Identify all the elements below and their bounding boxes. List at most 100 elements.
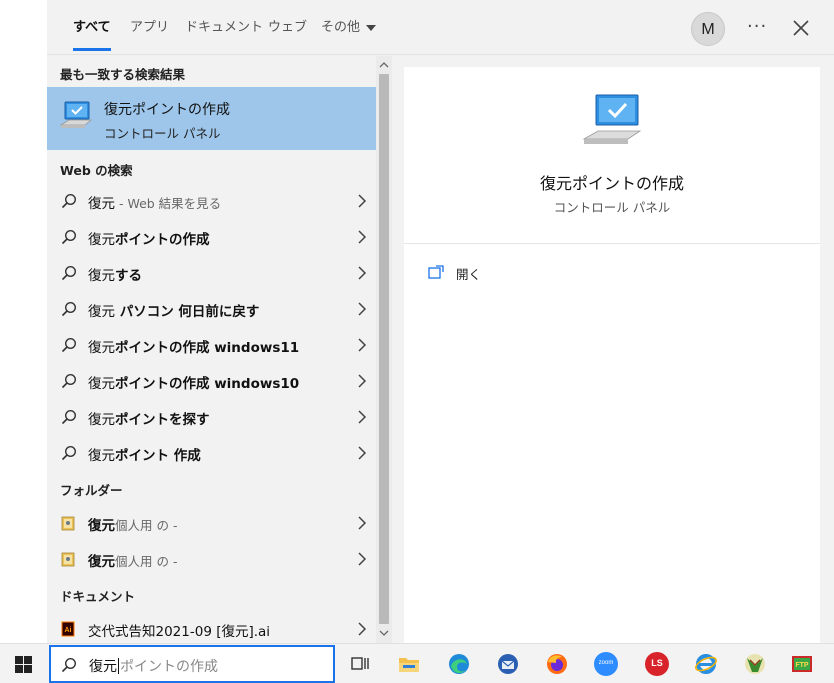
web-result-text: 復元ポイント 作成 [88, 444, 201, 464]
web-result-bold: ポイント 作成 [115, 448, 201, 464]
results-scrollbar[interactable] [376, 56, 392, 643]
search-header: すべて アプリ ドキュメント ウェブ その他 M ··· [47, 0, 834, 55]
section-best-match: 最も一致する検索結果 [60, 67, 186, 82]
search-icon [61, 657, 77, 673]
caret-down-icon [366, 24, 377, 31]
tab-documents[interactable]: ドキュメント [185, 0, 263, 55]
web-result-row[interactable]: 復元ポイントの作成 windows10 [47, 363, 376, 399]
web-result-prefix: 復元 [88, 304, 115, 320]
search-icon [61, 229, 77, 245]
search-query: 復元 ポイントの作成 [89, 656, 218, 676]
web-result-row[interactable]: 復元ポイントの作成 windows11 [47, 327, 376, 363]
folder-result-bold: 復元 [88, 518, 115, 534]
tab-web-label: ウェブ [268, 20, 308, 35]
file-explorer-icon[interactable] [397, 652, 421, 676]
web-result-bold: ポイントを探す [115, 412, 210, 428]
search-typed-text: 復元 [89, 659, 117, 675]
section-web-search: Web の検索 [60, 163, 133, 178]
tab-more-label: その他 [321, 20, 361, 35]
tab-web[interactable]: ウェブ [268, 0, 307, 55]
folder-icon [61, 516, 75, 531]
tab-all-label: すべて [73, 20, 111, 35]
svg-text:FTP: FTP [795, 662, 809, 669]
folder-result-location: 個人用 の - [115, 554, 178, 569]
web-result-text: 復元 - Web 結果を見る [88, 192, 221, 212]
chevron-right-icon [358, 266, 367, 280]
text-cursor [118, 658, 119, 674]
more-options-icon[interactable]: ··· [747, 16, 767, 37]
search-icon [61, 193, 77, 209]
search-icon [61, 445, 77, 461]
folder-result-row[interactable]: 復元個人用 の - [47, 505, 376, 541]
zoom-icon[interactable]: zoom [594, 652, 618, 676]
chevron-right-icon [358, 338, 367, 352]
search-icon [61, 337, 77, 353]
thunderbird-icon[interactable] [496, 652, 520, 676]
chevron-up-icon[interactable] [379, 60, 389, 70]
web-result-bold: ポイントの作成 windows10 [115, 376, 300, 392]
chevron-right-icon [358, 446, 367, 460]
taskbar-search-input[interactable]: 復元 ポイントの作成 [49, 645, 335, 683]
search-suggestion-text: ポイントの作成 [120, 659, 218, 675]
web-result-row[interactable]: 復元ポイントを探す [47, 399, 376, 435]
chevron-right-icon [358, 516, 367, 530]
results-list: 最も一致する検索結果 復元ポイントの作成 コントロール パネル Web の検索 … [47, 56, 376, 643]
wing-app-icon[interactable] [743, 652, 767, 676]
chevron-right-icon [358, 410, 367, 424]
web-result-row[interactable]: 復元 - Web 結果を見る [47, 183, 376, 219]
best-match-item[interactable]: 復元ポイントの作成 コントロール パネル [47, 87, 376, 150]
scrollbar-thumb[interactable] [379, 74, 389, 624]
chevron-right-icon [358, 552, 367, 566]
open-label: 開く [456, 267, 482, 282]
illustrator-file-icon: Ai [61, 621, 75, 637]
tab-apps[interactable]: アプリ [130, 0, 169, 55]
ls-app-icon[interactable]: LS [645, 652, 669, 676]
section-documents: ドキュメント [60, 589, 136, 604]
web-result-text: 復元する [88, 264, 142, 284]
close-icon[interactable] [789, 16, 813, 40]
computer-checkmark-icon [59, 101, 93, 128]
web-result-text: 復元ポイントを探す [88, 408, 210, 428]
tab-documents-label: ドキュメント [185, 20, 264, 35]
start-button[interactable] [0, 644, 48, 683]
folder-result-row[interactable]: 復元個人用 の - [47, 541, 376, 577]
document-result-row[interactable]: Ai 交代式告知2021-09 [復元].ai [47, 611, 376, 647]
svg-text:Ai: Ai [65, 627, 72, 634]
web-result-text: 復元 パソコン 何日前に戻す [88, 300, 259, 320]
tab-more[interactable]: その他 [321, 0, 377, 55]
edge-browser-icon[interactable] [447, 652, 471, 676]
web-result-text: 復元ポイントの作成 windows10 [88, 372, 299, 392]
web-result-bold: パソコン 何日前に戻す [115, 304, 260, 320]
folder-result-location: 個人用 の - [115, 518, 178, 533]
web-result-text: 復元ポイントの作成 windows11 [88, 336, 299, 356]
web-result-row[interactable]: 復元する [47, 255, 376, 291]
firefox-icon[interactable] [545, 652, 569, 676]
tab-all[interactable]: すべて [73, 0, 111, 55]
web-result-row[interactable]: 復元ポイント 作成 [47, 435, 376, 471]
internet-explorer-icon[interactable] [694, 652, 718, 676]
chevron-down-icon[interactable] [379, 628, 389, 638]
folder-result-text: 復元個人用 の - [88, 514, 177, 534]
ls-label: LS [651, 658, 663, 668]
web-result-bold: する [115, 268, 142, 284]
web-result-row[interactable]: 復元ポイントの作成 [47, 219, 376, 255]
search-panel: すべて アプリ ドキュメント ウェブ その他 M ··· 最も一致する検索結果 … [47, 0, 834, 643]
zoom-label: zoom [598, 660, 614, 666]
chevron-right-icon [358, 622, 367, 636]
ftp-client-icon[interactable]: FTP [790, 652, 814, 676]
web-result-prefix: 復元 [88, 448, 115, 464]
chevron-right-icon [358, 302, 367, 316]
web-result-bold: ポイントの作成 windows11 [115, 340, 300, 356]
search-icon [61, 373, 77, 389]
web-result-prefix: 復元 [88, 340, 115, 356]
web-result-hint: - Web 結果を見る [115, 196, 222, 211]
web-result-bold: ポイントの作成 [115, 232, 210, 248]
chevron-right-icon [358, 194, 367, 208]
account-avatar[interactable]: M [691, 12, 725, 46]
best-match-title: 復元ポイントの作成 [104, 102, 230, 118]
preview-divider [404, 243, 820, 244]
web-result-row[interactable]: 復元 パソコン 何日前に戻す [47, 291, 376, 327]
chevron-right-icon [358, 230, 367, 244]
desktop-left-edge [0, 0, 47, 643]
task-view-icon[interactable] [348, 652, 372, 676]
